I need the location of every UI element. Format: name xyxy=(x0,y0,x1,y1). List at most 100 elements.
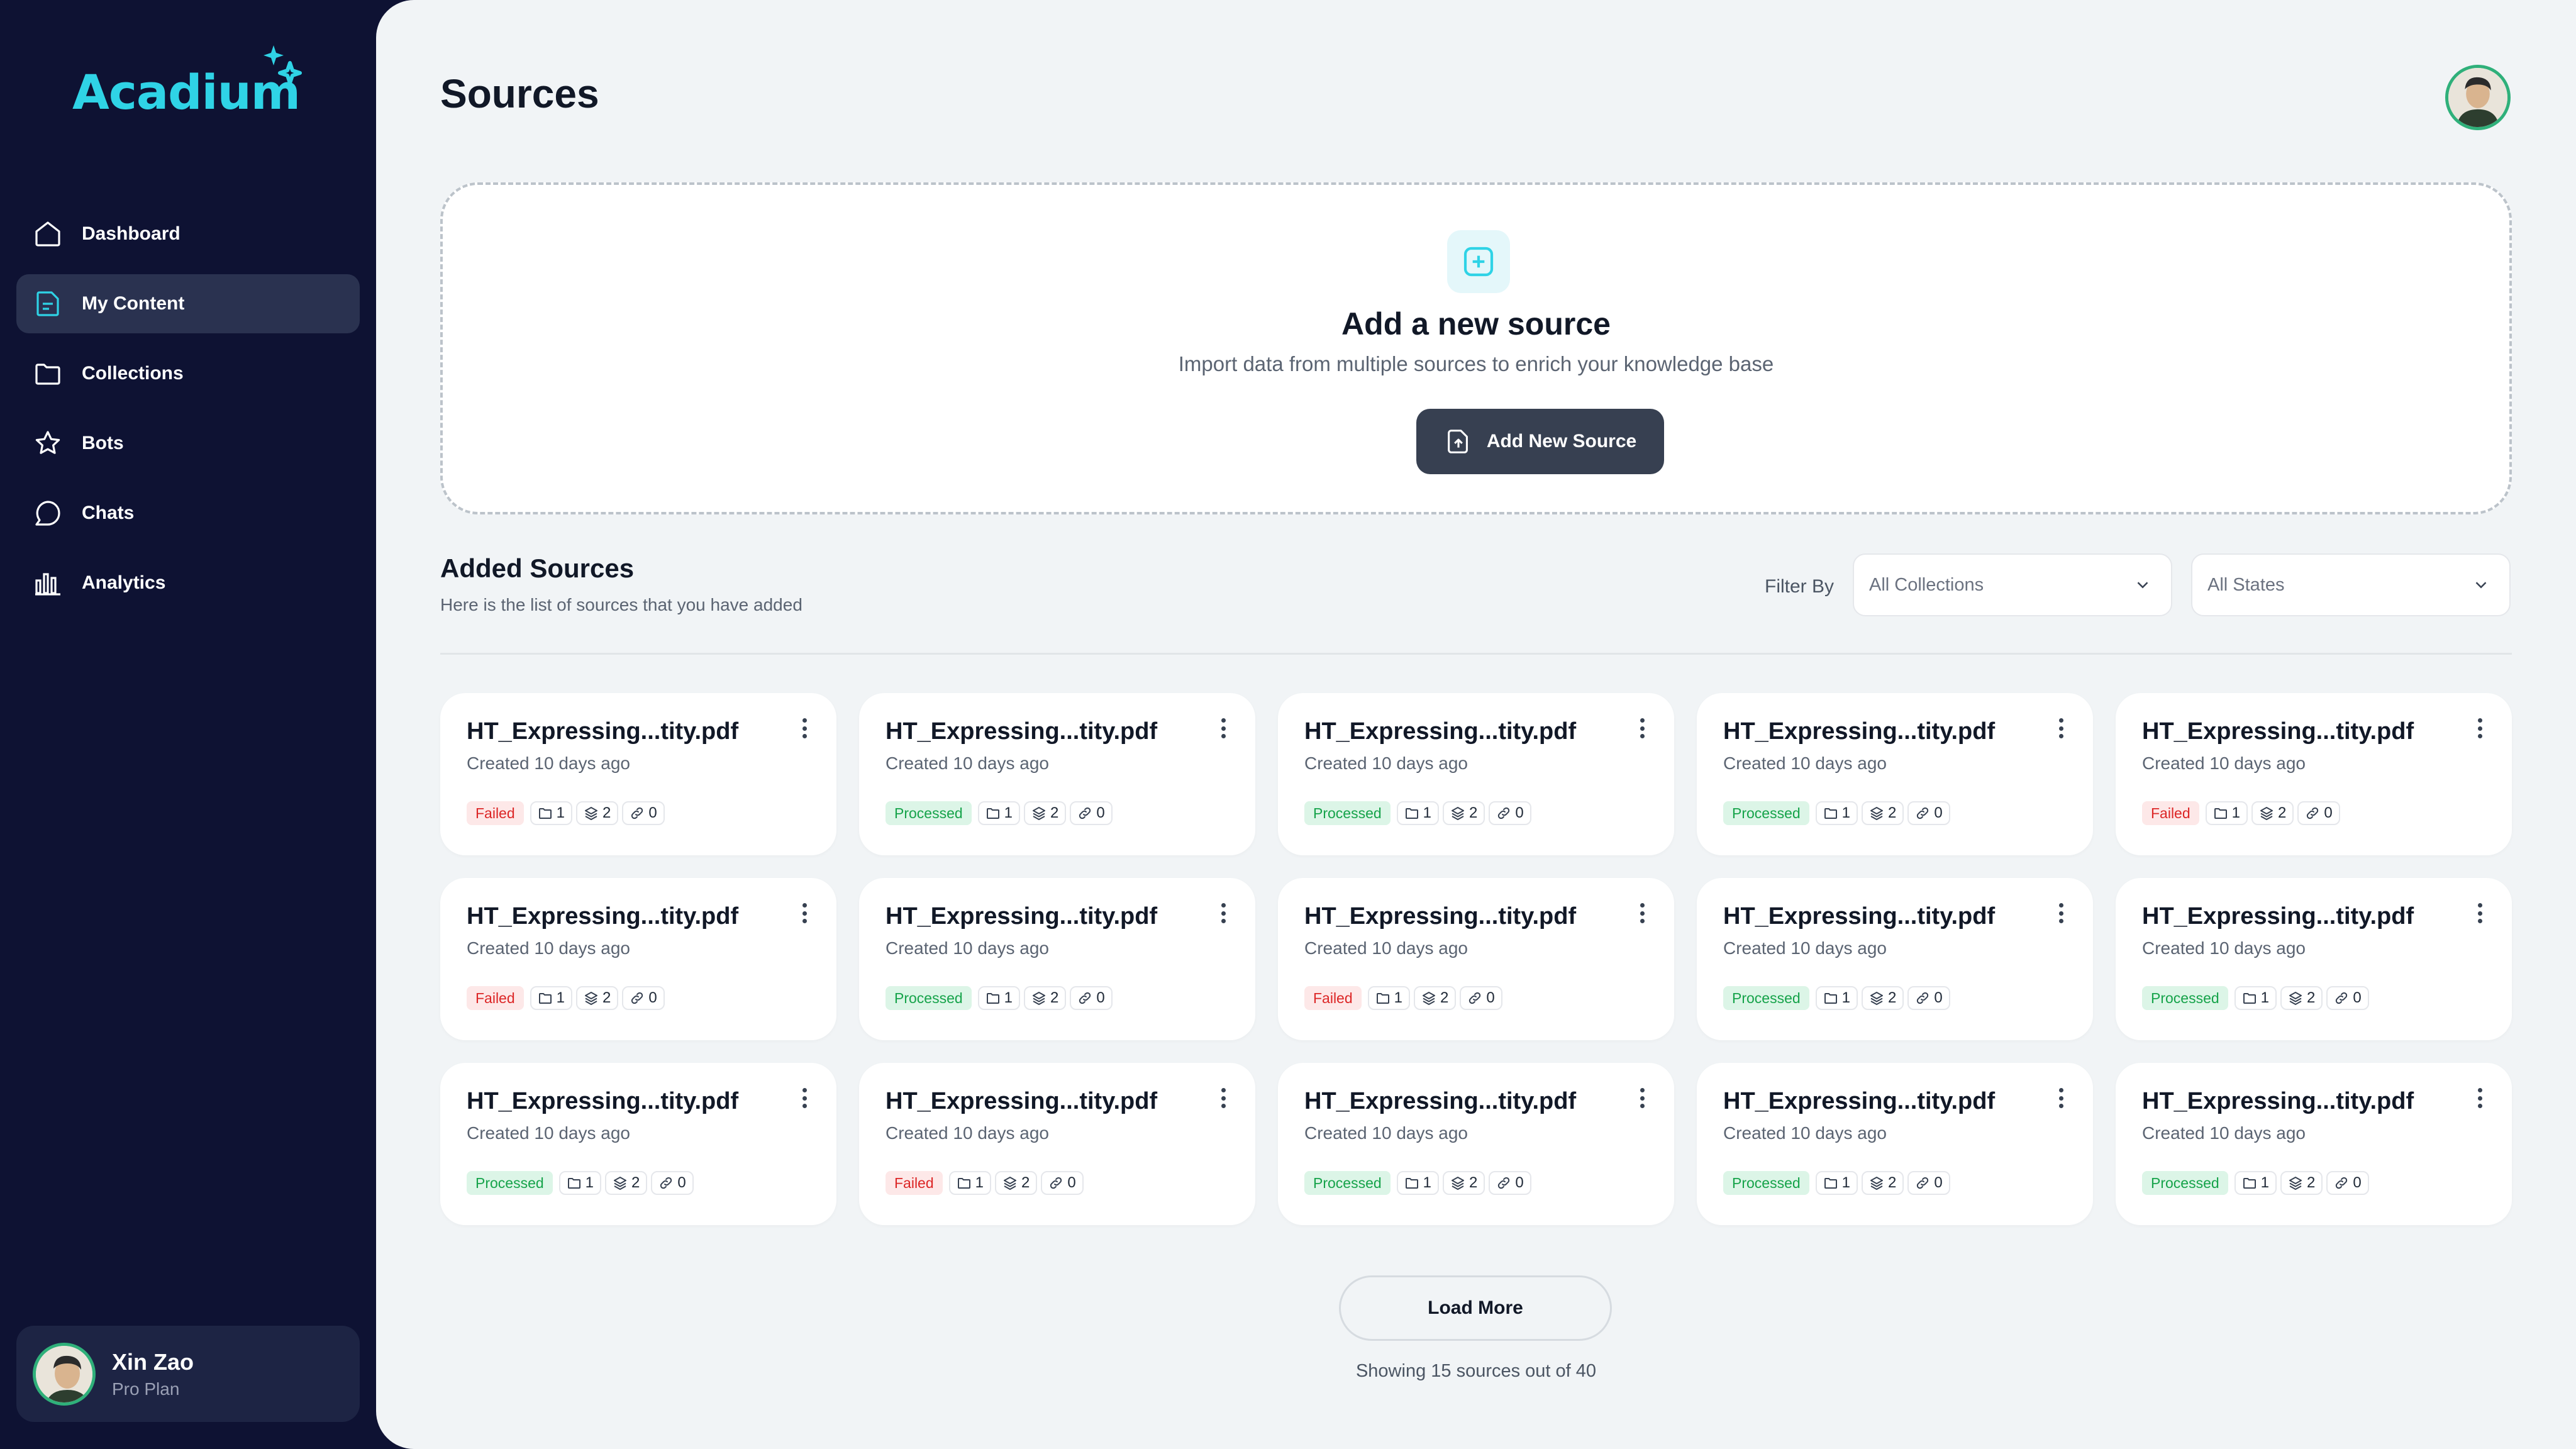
source-card[interactable]: HT_Expressing...tity.pdf Created 10 days … xyxy=(1278,693,1674,855)
source-created: Created 10 days ago xyxy=(2142,938,2306,958)
links-count-chip: 0 xyxy=(651,1171,694,1195)
links-count-chip: 0 xyxy=(1489,801,1531,825)
more-options-icon[interactable] xyxy=(2473,1084,2487,1112)
layers-icon xyxy=(1870,807,1884,820)
dropzone-subtitle: Import data from multiple sources to enr… xyxy=(1178,352,1774,375)
collections-count-chip: 1 xyxy=(1396,801,1440,825)
source-created: Created 10 days ago xyxy=(467,938,630,958)
more-options-icon[interactable] xyxy=(2473,899,2487,927)
more-options-icon[interactable] xyxy=(2473,714,2487,742)
more-options-icon[interactable] xyxy=(797,899,811,927)
more-options-icon[interactable] xyxy=(797,714,811,742)
sidebar-item-label: Analytics xyxy=(82,572,166,593)
more-options-icon[interactable] xyxy=(1216,1084,1230,1112)
collections-count: 1 xyxy=(975,1174,984,1191)
links-count: 0 xyxy=(1934,989,1943,1006)
sidebar: Acadium Dashboard My Content Collections xyxy=(0,0,376,1449)
states-filter-value: All States xyxy=(2207,574,2285,595)
more-options-icon[interactable] xyxy=(1216,714,1230,742)
sidebar-item-dashboard[interactable]: Dashboard xyxy=(16,204,360,264)
states-filter-select[interactable]: All States xyxy=(2191,553,2511,616)
sidebar-nav: Dashboard My Content Collections Bots Ch… xyxy=(16,204,360,623)
chunks-count: 2 xyxy=(2307,989,2316,1006)
more-options-icon[interactable] xyxy=(2054,1084,2068,1112)
links-count-chip: 0 xyxy=(2326,986,2369,1010)
chunks-count: 2 xyxy=(1888,989,1897,1006)
bar-chart-icon xyxy=(31,567,64,599)
links-count-chip: 0 xyxy=(1070,986,1113,1010)
more-options-icon[interactable] xyxy=(2054,899,2068,927)
source-name: HT_Expressing...tity.pdf xyxy=(2142,718,2414,745)
collections-count-chip: 1 xyxy=(1815,986,1858,1010)
folder-icon xyxy=(1824,1178,1837,1189)
layers-icon xyxy=(585,992,598,1005)
source-card[interactable]: HT_Expressing...tity.pdf Created 10 days … xyxy=(2116,1063,2512,1225)
source-card[interactable]: HT_Expressing...tity.pdf Created 10 days … xyxy=(440,693,836,855)
add-source-dropzone[interactable]: Add a new source Import data from multip… xyxy=(440,182,2512,514)
sidebar-item-my-content[interactable]: My Content xyxy=(16,274,360,333)
chunks-count: 2 xyxy=(1469,804,1478,821)
links-count-chip: 0 xyxy=(1460,986,1502,1010)
chunks-count-chip: 2 xyxy=(1024,986,1067,1010)
more-options-icon[interactable] xyxy=(797,1084,811,1112)
chunks-count-chip: 2 xyxy=(1024,801,1067,825)
links-count: 0 xyxy=(1067,1174,1076,1191)
source-name: HT_Expressing...tity.pdf xyxy=(2142,903,2414,930)
collections-count-chip: 1 xyxy=(1396,1171,1440,1195)
chunks-count-chip: 2 xyxy=(1862,801,1904,825)
chat-icon xyxy=(31,497,64,530)
status-badge: Failed xyxy=(886,1171,943,1195)
source-card[interactable]: HT_Expressing...tity.pdf Created 10 days … xyxy=(440,878,836,1040)
folder-icon xyxy=(538,808,552,819)
source-card[interactable]: HT_Expressing...tity.pdf Created 10 days … xyxy=(859,1063,1255,1225)
more-options-icon[interactable] xyxy=(1216,899,1230,927)
source-created: Created 10 days ago xyxy=(886,753,1049,773)
add-new-source-label: Add New Source xyxy=(1486,431,1637,452)
more-options-icon[interactable] xyxy=(2054,714,2068,742)
folder-icon xyxy=(2243,1178,2256,1189)
source-card[interactable]: HT_Expressing...tity.pdf Created 10 days … xyxy=(2116,878,2512,1040)
more-options-icon[interactable] xyxy=(1635,899,1649,927)
source-card[interactable]: HT_Expressing...tity.pdf Created 10 days … xyxy=(1697,878,2093,1040)
source-card[interactable]: HT_Expressing...tity.pdf Created 10 days … xyxy=(1697,1063,2093,1225)
source-card[interactable]: HT_Expressing...tity.pdf Created 10 days … xyxy=(1278,878,1674,1040)
collections-count: 1 xyxy=(1423,1174,1432,1191)
source-name: HT_Expressing...tity.pdf xyxy=(467,718,739,745)
sidebar-item-collections[interactable]: Collections xyxy=(16,344,360,403)
links-count-chip: 0 xyxy=(2297,801,2340,825)
source-card[interactable]: HT_Expressing...tity.pdf Created 10 days … xyxy=(1278,1063,1674,1225)
source-card[interactable]: HT_Expressing...tity.pdf Created 10 days … xyxy=(859,878,1255,1040)
folder-icon xyxy=(986,808,999,819)
collections-filter-select[interactable]: All Collections xyxy=(1853,553,2172,616)
folder-icon xyxy=(1405,808,1418,819)
status-badge: Processed xyxy=(1723,986,1809,1010)
link-icon xyxy=(1498,807,1510,819)
status-badge: Processed xyxy=(1304,1171,1391,1195)
add-new-source-button[interactable]: Add New Source xyxy=(1416,409,1664,474)
sidebar-item-bots[interactable]: Bots xyxy=(16,414,360,473)
avatar[interactable] xyxy=(2445,65,2511,130)
folder-icon xyxy=(31,357,64,390)
links-count: 0 xyxy=(1934,1174,1943,1191)
collections-count-chip: 1 xyxy=(530,986,573,1010)
source-name: HT_Expressing...tity.pdf xyxy=(886,1088,1158,1114)
links-count-chip: 0 xyxy=(1070,801,1113,825)
source-created: Created 10 days ago xyxy=(467,1123,630,1143)
source-card[interactable]: HT_Expressing...tity.pdf Created 10 days … xyxy=(440,1063,836,1225)
user-profile-card[interactable]: Xin Zao Pro Plan xyxy=(16,1326,360,1422)
source-card[interactable]: HT_Expressing...tity.pdf Created 10 days … xyxy=(859,693,1255,855)
load-more-button[interactable]: Load More xyxy=(1339,1275,1612,1341)
source-card[interactable]: HT_Expressing...tity.pdf Created 10 days … xyxy=(2116,693,2512,855)
chunks-count: 2 xyxy=(1469,1174,1478,1191)
source-card[interactable]: HT_Expressing...tity.pdf Created 10 days … xyxy=(1697,693,2093,855)
links-count: 0 xyxy=(2353,989,2362,1006)
links-count-chip: 0 xyxy=(1489,1171,1531,1195)
more-options-icon[interactable] xyxy=(1635,1084,1649,1112)
layers-icon xyxy=(2289,992,2302,1005)
more-options-icon[interactable] xyxy=(1635,714,1649,742)
sidebar-item-chats[interactable]: Chats xyxy=(16,484,360,543)
collections-count: 1 xyxy=(1004,804,1013,821)
folder-icon xyxy=(986,993,999,1004)
collections-count: 1 xyxy=(1841,804,1851,821)
sidebar-item-analytics[interactable]: Analytics xyxy=(16,553,360,613)
